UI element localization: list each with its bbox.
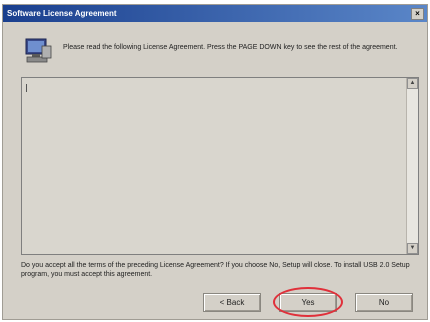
vertical-scrollbar[interactable]: ▲ ▼ (406, 78, 418, 254)
text-caret (26, 84, 27, 92)
yes-button[interactable]: Yes (279, 293, 337, 312)
close-button[interactable]: × (411, 8, 424, 20)
scroll-down-button[interactable]: ▼ (407, 243, 418, 254)
title-bar[interactable]: Software License Agreement × (3, 5, 427, 22)
scroll-up-button[interactable]: ▲ (407, 78, 418, 89)
setup-computer-icon (25, 38, 52, 63)
window-title: Software License Agreement (7, 9, 117, 18)
license-text-area[interactable]: ▲ ▼ (21, 77, 419, 255)
back-button[interactable]: < Back (203, 293, 261, 312)
no-button[interactable]: No (355, 293, 413, 312)
accept-question-text: Do you accept all the terms of the prece… (21, 262, 410, 278)
intro-text: Please read the following License Agreem… (63, 44, 398, 51)
license-dialog: Software License Agreement × Please read… (2, 4, 428, 320)
